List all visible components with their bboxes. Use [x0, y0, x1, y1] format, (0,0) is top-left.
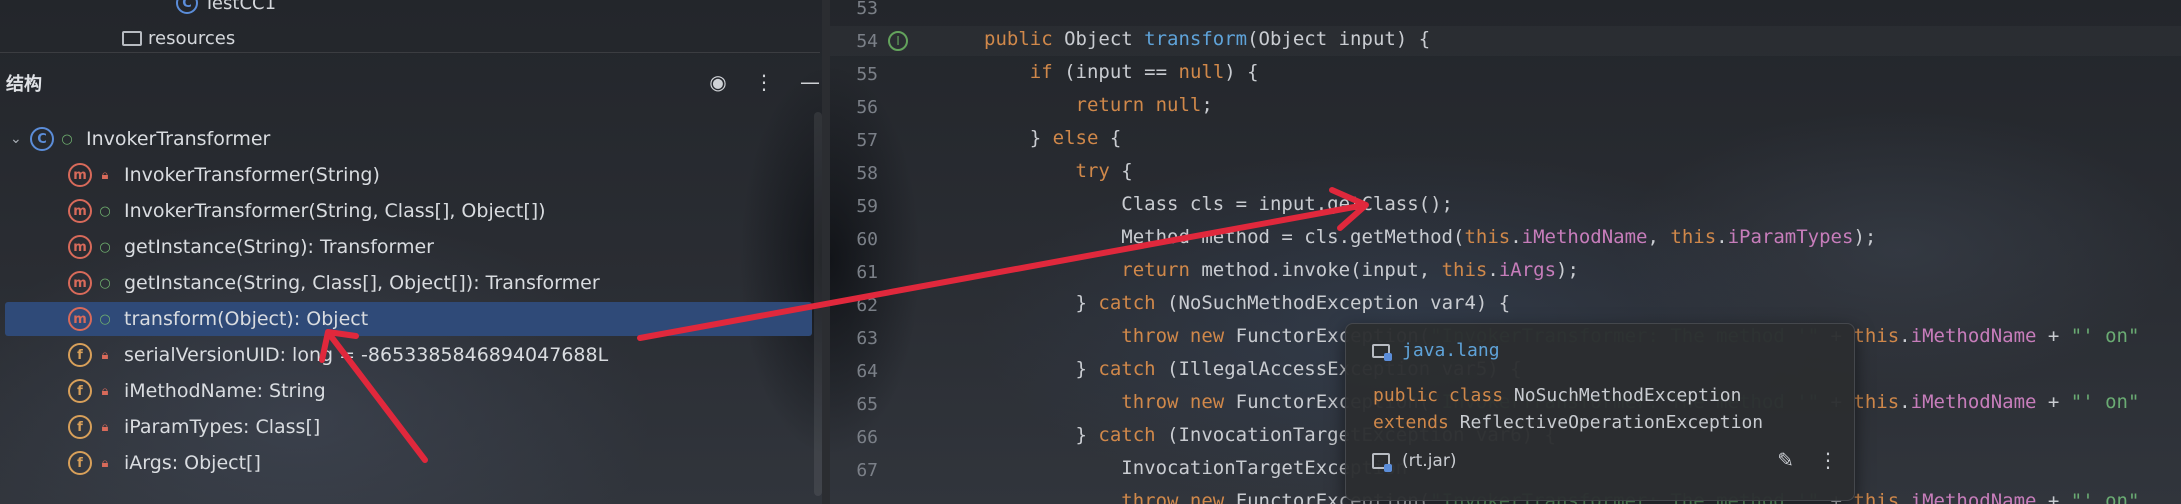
public-visibility-icon: ○	[99, 239, 111, 255]
structure-item[interactable]: f 🔒︎ iMethodName: String	[0, 374, 812, 408]
lock-icon: 🔒︎	[101, 167, 109, 183]
structure-item-label: iArgs: Object[]	[124, 452, 261, 474]
line-number: 54	[856, 31, 878, 52]
line-number: 55	[856, 64, 878, 85]
left-tool-panel: C TestCC1 resources 结构 ◉ ⋮ — ⌄ C ○ Invok…	[0, 0, 822, 504]
panel-divider	[0, 52, 820, 53]
code-line-54: public Object transform(Object input) {	[984, 28, 1431, 50]
structure-root-item[interactable]: ⌄ C ○ InvokerTransformer	[0, 122, 812, 156]
line-number: 58	[856, 163, 878, 184]
structure-item[interactable]: f 🔒︎ iArgs: Object[]	[0, 446, 812, 480]
code-line-57: } else {	[984, 127, 1122, 149]
line-number: 57	[856, 130, 878, 151]
code-line-62: } catch (NoSuchMethodException var4) {	[984, 292, 1511, 314]
code-line-58: try {	[1075, 160, 1133, 182]
line-number: 66	[856, 427, 878, 448]
line-number: 56	[856, 97, 878, 118]
package-icon	[1372, 343, 1392, 361]
structure-item[interactable]: f 🔒︎ iParamTypes: Class[]	[0, 410, 812, 444]
package-row: java.lang	[1372, 340, 1500, 361]
line-number: 67	[856, 460, 878, 481]
structure-item-label: InvokerTransformer(String)	[124, 164, 380, 186]
structure-item[interactable]: m ○ getInstance(String, Class[], Object[…	[0, 266, 812, 300]
pencil-icon[interactable]: ✎	[1777, 448, 1794, 472]
class-icon: C	[30, 127, 54, 151]
structure-item-selected[interactable]: m ○ transform(Object): Object	[5, 302, 812, 336]
structure-item-label: transform(Object): Object	[124, 308, 369, 330]
field-icon: f	[68, 415, 92, 439]
quick-documentation-popup: java.lang public class NoSuchMethodExcep…	[1345, 323, 1855, 501]
source-row: (rt.jar)	[1372, 451, 1457, 472]
public-visibility-icon: ○	[99, 203, 111, 219]
eye-icon[interactable]: ◉	[704, 68, 732, 96]
static-method-icon: m	[68, 271, 92, 295]
public-visibility-icon: ○	[61, 131, 73, 147]
more-options-icon[interactable]: ⋮	[750, 68, 778, 96]
lock-icon: 🔒︎	[101, 347, 109, 363]
method-icon: m	[68, 307, 92, 331]
lock-icon: 🔒︎	[101, 455, 109, 471]
structure-item[interactable]: m ○ getInstance(String): Transformer	[0, 230, 812, 264]
structure-item-label: iParamTypes: Class[]	[124, 416, 321, 438]
code-line-56: return null;	[1075, 94, 1213, 116]
line-number: 62	[856, 295, 878, 316]
structure-item[interactable]: f 🔒︎ serialVersionUID: long = -865338584…	[0, 338, 812, 372]
line-number: 53	[856, 0, 878, 19]
field-icon: f	[68, 343, 92, 367]
package-link[interactable]: java.lang	[1402, 340, 1500, 361]
tree-row-testcc1[interactable]: C TestCC1	[176, 0, 276, 14]
chevron-down-icon[interactable]: ⌄	[10, 131, 30, 147]
structure-item-label: InvokerTransformer(String, Class[], Obje…	[124, 200, 546, 222]
decl-keyword: extends	[1373, 412, 1449, 433]
structure-root-label: InvokerTransformer	[86, 128, 271, 150]
static-method-icon: m	[68, 235, 92, 259]
method-icon: m	[68, 163, 92, 187]
tree-row-label: resources	[148, 28, 236, 49]
line-number: 61	[856, 262, 878, 283]
tree-row-resources[interactable]: resources	[122, 28, 235, 49]
line-number: 60	[856, 229, 878, 250]
lock-icon: 🔒︎	[101, 419, 109, 435]
jar-icon	[1372, 453, 1392, 472]
code-line-61: return method.invoke(input, this.iArgs);	[1121, 259, 1579, 281]
more-options-icon[interactable]: ⋮	[1818, 448, 1838, 472]
structure-item-label: serialVersionUID: long = -86533858468940…	[124, 344, 609, 366]
lock-icon: 🔒︎	[101, 383, 109, 399]
editor-gutter: 53 54 I 55 56 57 58 59 60 61 62 63 64 65…	[830, 0, 970, 504]
structure-item-label: iMethodName: String	[124, 380, 326, 402]
public-visibility-icon: ○	[99, 275, 111, 291]
decl-class-name: NoSuchMethodException	[1513, 385, 1742, 406]
line-number: 65	[856, 394, 878, 415]
tree-row-label: TestCC1	[204, 0, 277, 14]
line-number: 63	[856, 328, 878, 349]
structure-title: 结构	[6, 74, 42, 95]
source-label: (rt.jar)	[1402, 451, 1457, 471]
field-icon: f	[68, 379, 92, 403]
line-number: 64	[856, 361, 878, 382]
class-declaration: public class NoSuchMethodException exten…	[1373, 382, 1763, 436]
structure-item[interactable]: m ○ InvokerTransformer(String, Class[], …	[0, 194, 812, 228]
structure-toolbar: ◉ ⋮ —	[704, 68, 824, 96]
field-icon: f	[68, 451, 92, 475]
class-icon: C	[176, 0, 198, 14]
structure-item[interactable]: m 🔒︎ InvokerTransformer(String)	[0, 158, 812, 192]
structure-item-label: getInstance(String, Class[], Object[]): …	[124, 272, 600, 294]
panel-splitter[interactable]	[822, 0, 830, 504]
project-tree: C TestCC1 resources	[0, 0, 820, 52]
implements-marker-icon[interactable]: I	[888, 31, 908, 51]
structure-scrollbar[interactable]	[814, 112, 822, 496]
popup-actions: ✎ ⋮	[1777, 448, 1838, 472]
code-line-60: Method method = cls.getMethod(this.iMeth…	[984, 226, 1877, 248]
folder-icon	[122, 31, 142, 46]
code-line-59: Class cls = input.getClass();	[984, 193, 1453, 215]
line-number: 59	[856, 196, 878, 217]
decl-superclass-name: ReflectiveOperationException	[1459, 412, 1764, 433]
method-icon: m	[68, 199, 92, 223]
decl-keyword: public class	[1373, 385, 1504, 406]
code-line-67: InvocationTargetException	[984, 457, 1408, 479]
code-line-55: if (input == null) {	[1029, 61, 1259, 83]
public-visibility-icon: ○	[99, 311, 111, 327]
structure-item-label: getInstance(String): Transformer	[124, 236, 434, 258]
minimize-icon[interactable]: —	[796, 68, 824, 96]
